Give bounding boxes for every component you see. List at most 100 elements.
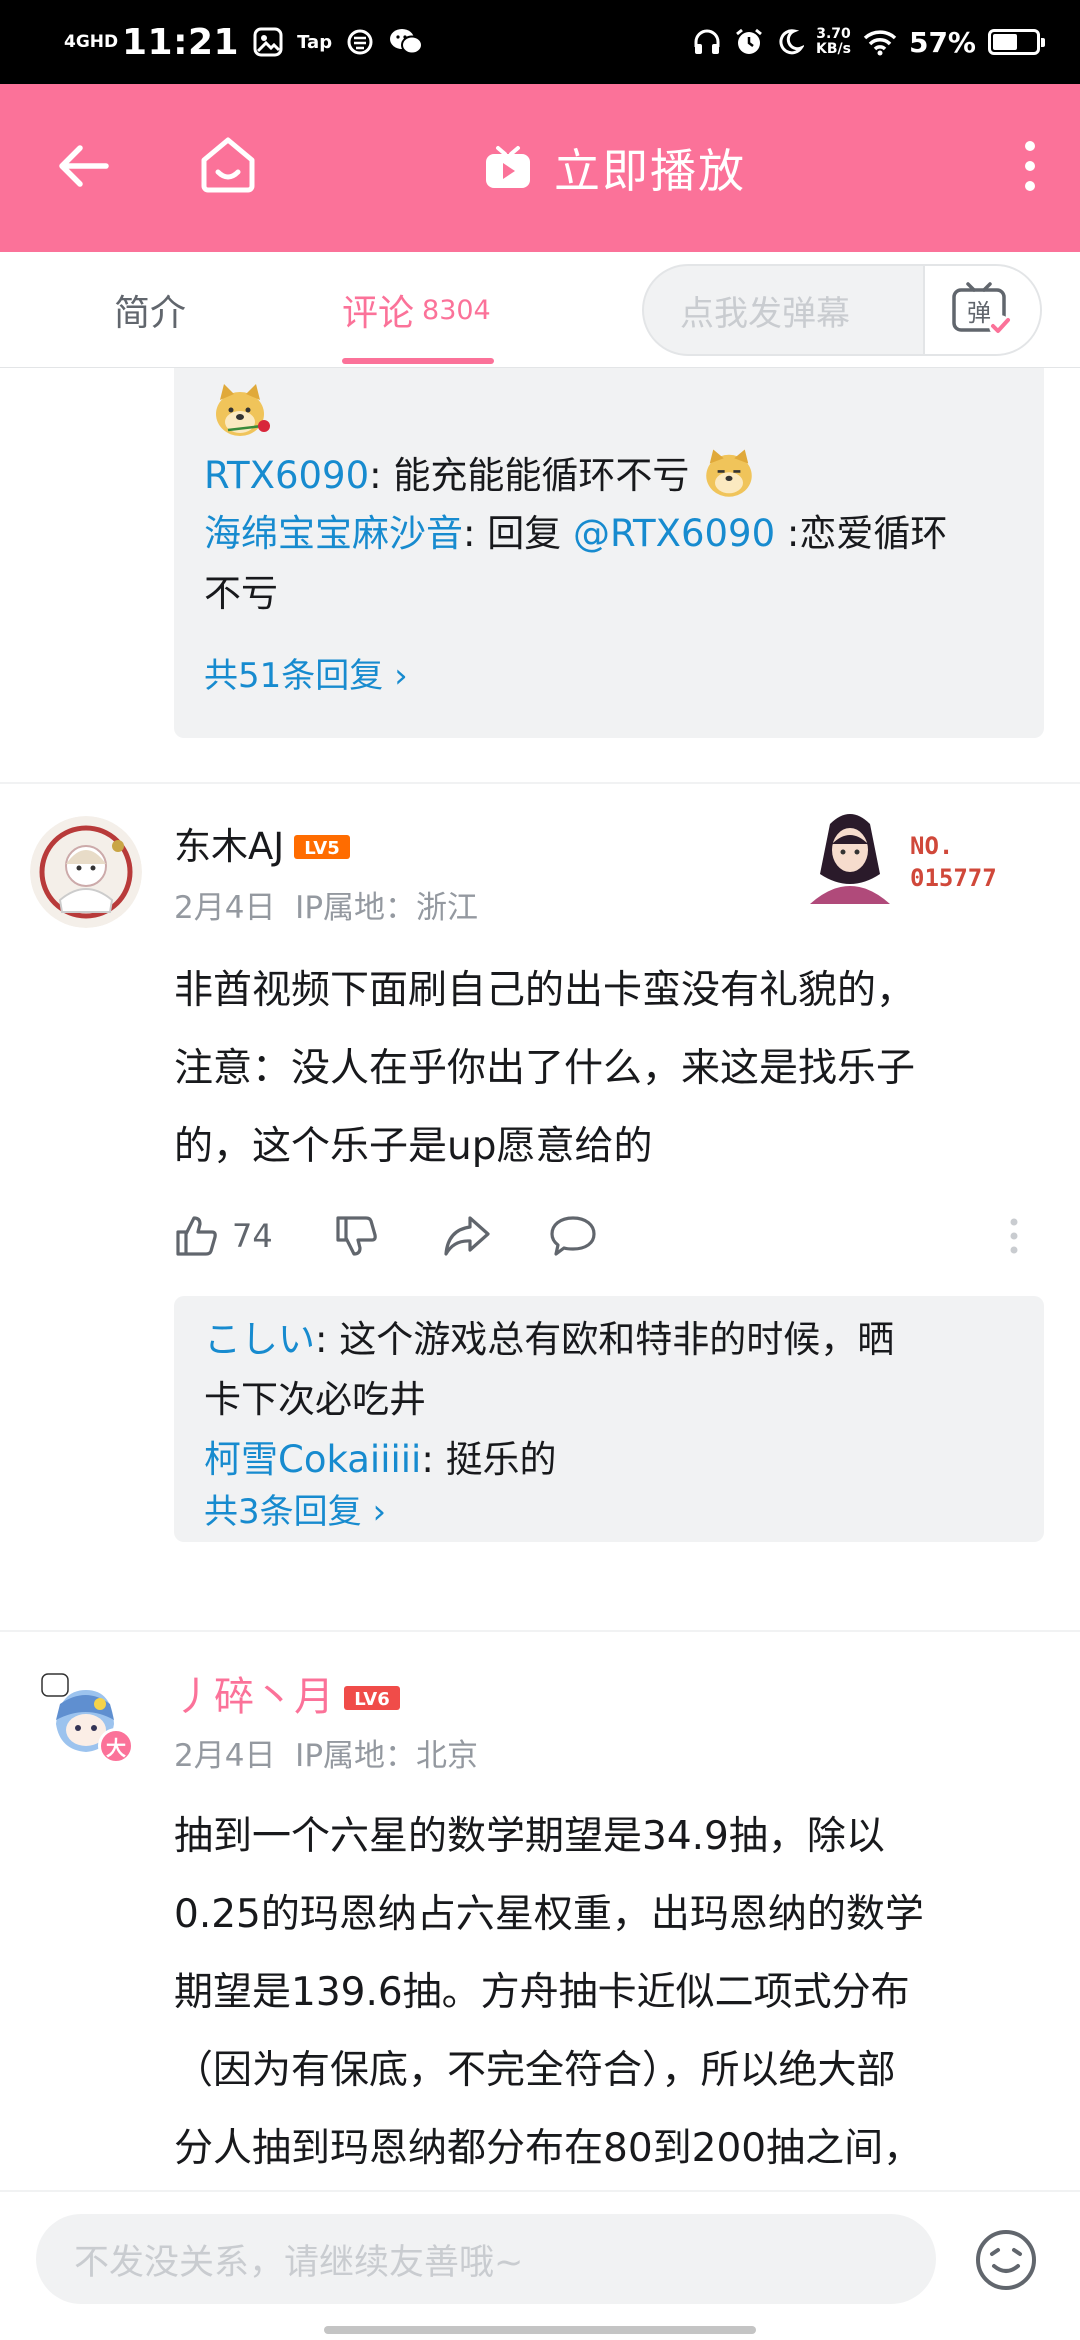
tab-intro[interactable]: 简介 bbox=[114, 252, 186, 368]
active-tab-indicator bbox=[342, 358, 494, 364]
comment-meta: 2月4日 IP属地：浙江 bbox=[174, 882, 478, 927]
tab-intro-label: 简介 bbox=[114, 293, 187, 334]
avatar-badge-text: 大 bbox=[106, 1735, 126, 1760]
comment-line: 分人抽到玛恩纳都分布在80到200抽之间， bbox=[174, 2126, 923, 2171]
reply-preview-box[interactable]: こしい: 这个游戏总有欧和特非的时候，晒卡下次必吃井 柯雪Cokaiiiii: … bbox=[174, 1296, 1044, 1542]
share-button[interactable] bbox=[442, 1206, 492, 1266]
comment-username[interactable]: 丿碎丶月 LV6 bbox=[174, 1664, 400, 1722]
comment-text[interactable]: 非酋视频下面刷自己的出卡蛮没有礼貌的， 注意：没人在乎你出了什么，来这是找乐子 … bbox=[174, 952, 1054, 1186]
taptap-icon: Tap bbox=[297, 31, 333, 53]
comment-username[interactable]: 东木AJ LV5 bbox=[174, 816, 351, 870]
danmaku-toggle-button[interactable]: 弹 bbox=[922, 266, 1040, 354]
level-badge-text: LV5 bbox=[305, 838, 340, 859]
battery-percent: 57% bbox=[908, 25, 976, 59]
reply-text: 能充能能循环不亏 bbox=[393, 454, 690, 497]
danmaku-bar: 点我发弹幕 弹 bbox=[642, 264, 1042, 356]
comment-line: 非酋视频下面刷自己的出卡蛮没有礼貌的， bbox=[174, 968, 916, 1013]
comment-ip-location: IP属地：北京 bbox=[295, 1738, 479, 1774]
like-count: 74 bbox=[232, 1217, 273, 1255]
doge-emoji bbox=[701, 446, 757, 502]
level-badge: LV6 bbox=[344, 1676, 400, 1722]
notification-app-icon bbox=[346, 28, 374, 56]
reply-separator: : bbox=[315, 1318, 340, 1361]
tab-comments-label: 评论 bbox=[342, 293, 415, 334]
comment-input[interactable]: 不发没关系，请继续友善哦~ bbox=[36, 2214, 936, 2304]
avatar-verified-badge: 大 bbox=[98, 1728, 134, 1764]
reply-text: 回复 bbox=[487, 512, 573, 555]
top-app-bar: 立即播放 bbox=[0, 84, 1080, 252]
comment-ip-location: IP属地：浙江 bbox=[295, 890, 479, 926]
reply-separator: : bbox=[369, 454, 394, 497]
home-indicator[interactable] bbox=[324, 2326, 756, 2334]
reply-separator: : bbox=[421, 1438, 446, 1481]
reply-preview-box[interactable]: RTX6090: 能充能能循环不亏 海绵宝宝麻沙音: 回复 @RTX6090 :… bbox=[174, 368, 1044, 738]
emoji-face-icon bbox=[976, 2230, 1036, 2290]
comment-line: 期望是139.6抽。方舟抽卡近似二项式分布 bbox=[174, 1970, 910, 2015]
comment-feed[interactable]: RTX6090: 能充能能循环不亏 海绵宝宝麻沙音: 回复 @RTX6090 :… bbox=[0, 368, 1080, 2190]
bottom-comment-bar: 不发没关系，请继续友善哦~ bbox=[0, 2190, 1080, 2340]
fan-card-number: 015777 bbox=[910, 864, 997, 892]
fan-card-badge[interactable]: NO. 015777 bbox=[790, 804, 1030, 912]
comment-line: 0.25的玛恩纳占六星权重，出玛恩纳的数学 bbox=[174, 1892, 924, 1937]
back-button[interactable] bbox=[48, 130, 120, 202]
network-indicator: 4GHD bbox=[64, 31, 119, 52]
home-button[interactable] bbox=[190, 126, 266, 202]
emoji-button[interactable] bbox=[974, 2228, 1038, 2292]
view-all-replies-link[interactable]: 共3条回复 › bbox=[204, 1482, 386, 1542]
back-arrow-icon bbox=[59, 145, 109, 187]
reply-username[interactable]: こしい bbox=[204, 1318, 315, 1361]
battery-level bbox=[993, 34, 1017, 50]
do-not-disturb-moon-icon bbox=[776, 28, 804, 56]
comment-more-button[interactable] bbox=[1008, 1206, 1020, 1266]
play-now-button[interactable]: 立即播放 bbox=[484, 136, 746, 200]
comment-text[interactable]: 抽到一个六星的数学期望是34.9抽，除以 0.25的玛恩纳占六星权重，出玛恩纳的… bbox=[174, 1798, 1054, 2188]
reply-text: 挺乐的 bbox=[445, 1438, 557, 1481]
tab-comments[interactable]: 评论 8304 bbox=[342, 252, 491, 368]
more-options-button[interactable] bbox=[1004, 128, 1056, 204]
username-text: 东木AJ bbox=[174, 825, 285, 868]
thumbs-up-icon bbox=[176, 1216, 217, 1256]
username-text: 丿碎丶月 bbox=[174, 1674, 334, 1720]
comment-divider bbox=[0, 782, 1080, 784]
reply-username[interactable]: RTX6090 bbox=[204, 454, 369, 497]
doge-rose-emoji bbox=[210, 380, 274, 444]
reply-item[interactable]: 柯雪Cokaiiiii: 挺乐的 bbox=[204, 1430, 1024, 1490]
comment-line: 抽到一个六星的数学期望是34.9抽，除以 bbox=[174, 1814, 885, 1859]
speed-value: 3.70 bbox=[816, 26, 851, 42]
reply-item[interactable]: RTX6090: 能充能能循环不亏 bbox=[204, 446, 1024, 506]
reply-text: 卡下次必吃井 bbox=[204, 1378, 426, 1421]
reply-text: 这个游戏总有欧和特非的时候，晒 bbox=[339, 1318, 895, 1361]
reply-text: 不亏 bbox=[204, 572, 278, 615]
alarm-icon bbox=[734, 27, 764, 57]
danmaku-input[interactable]: 点我发弹幕 bbox=[644, 266, 923, 354]
status-time: 11:21 bbox=[122, 21, 240, 63]
reply-item[interactable]: こしい: 这个游戏总有欧和特非的时候，晒卡下次必吃井 bbox=[204, 1310, 1024, 1430]
like-button[interactable]: 74 bbox=[172, 1206, 273, 1266]
thumbs-down-icon bbox=[336, 1216, 377, 1256]
reply-button[interactable] bbox=[548, 1206, 598, 1266]
comment-date: 2月4日 bbox=[174, 1738, 276, 1774]
reply-mention[interactable]: @RTX6090 bbox=[573, 512, 775, 555]
status-bar: 4GHD 11:21 Tap 3.70 KB/s 57% bbox=[0, 0, 1080, 84]
speed-unit: KB/s bbox=[816, 41, 851, 57]
danmaku-toggle-icon: 弹 bbox=[952, 282, 1012, 337]
play-now-label: 立即播放 bbox=[554, 144, 746, 198]
danmaku-toggle-glyph: 弹 bbox=[967, 299, 991, 327]
more-vertical-icon bbox=[1010, 1218, 1018, 1254]
avatar[interactable] bbox=[30, 816, 142, 928]
level-badge: LV5 bbox=[294, 827, 351, 870]
comment-line: 注意：没人在乎你出了什么，来这是找乐子 bbox=[174, 1046, 916, 1091]
avatar[interactable]: 大 bbox=[30, 1664, 142, 1776]
reply-text: :恋爱循环 bbox=[775, 512, 948, 555]
dislike-button[interactable] bbox=[332, 1206, 380, 1266]
reply-username[interactable]: 柯雪Cokaiiiii bbox=[204, 1438, 421, 1481]
headphones-icon bbox=[692, 27, 722, 57]
comment-line: （因为有保底，不完全符合），所以绝大部 bbox=[174, 2048, 896, 2093]
view-all-replies-link[interactable]: 共51条回复 › bbox=[204, 646, 408, 706]
reply-item[interactable]: 海绵宝宝麻沙音: 回复 @RTX6090 :恋爱循环不亏 bbox=[204, 504, 1024, 624]
reply-separator: : bbox=[463, 512, 488, 555]
comment-bubble-icon bbox=[550, 1216, 596, 1256]
reply-username[interactable]: 海绵宝宝麻沙音 bbox=[204, 512, 463, 555]
comment-actions: 74 bbox=[172, 1206, 1052, 1266]
comments-count: 8304 bbox=[422, 294, 491, 326]
